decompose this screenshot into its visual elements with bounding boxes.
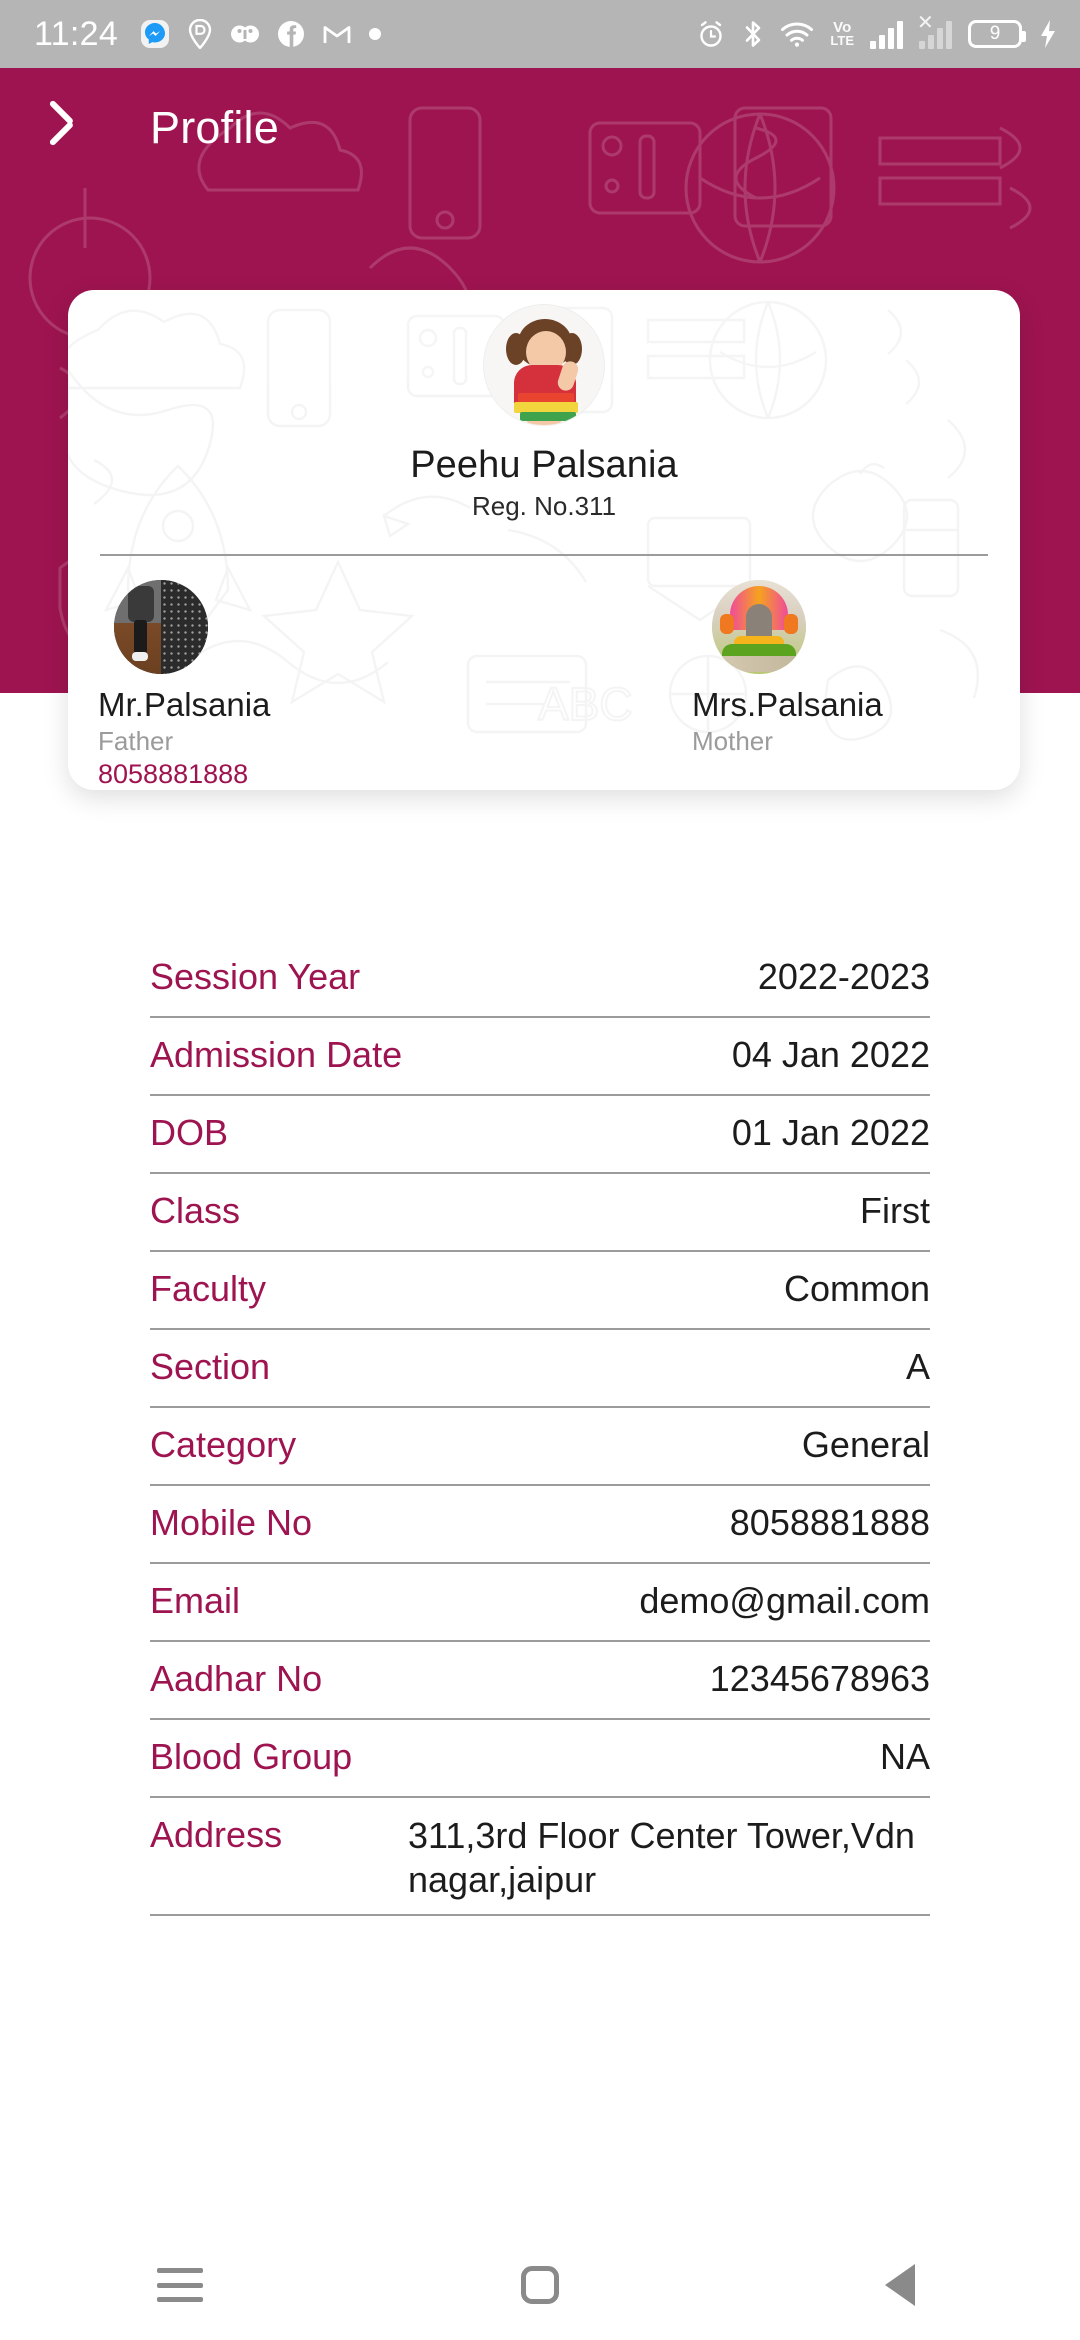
facebook-icon (278, 21, 305, 47)
battery-level: 9 (989, 23, 1001, 44)
status-bar-system-icons: Vo LTE ✕ 9 (696, 13, 1058, 49)
status-bar-clock: 11:24 (34, 15, 119, 53)
detail-value: demo@gmail.com (639, 1580, 930, 1621)
detail-row-address: Address 311,3rd Floor Center Tower,Vdn n… (150, 1798, 930, 1916)
detail-row-class: Class First (150, 1174, 930, 1252)
detail-label: Class (150, 1190, 241, 1231)
father-avatar (114, 580, 208, 674)
location-pin-icon (188, 19, 212, 49)
battery-icon: 9 (968, 20, 1026, 48)
detail-label: Faculty (150, 1268, 267, 1309)
gmail-icon (323, 26, 351, 43)
back-triangle-icon (885, 2264, 915, 2306)
signal-off-icon: ✕ (917, 13, 952, 49)
detail-value: 2022-2023 (757, 956, 930, 997)
mother-photo (712, 580, 806, 674)
detail-row-email: Email demo@gmail.com (150, 1564, 930, 1642)
detail-label: Address (150, 1814, 283, 1855)
nav-recents-button[interactable] (120, 2230, 240, 2340)
close-icon: ✕ (917, 12, 934, 34)
detail-row-mobile-no: Mobile No 8058881888 (150, 1486, 930, 1564)
mask-icon (231, 25, 260, 43)
header-bar: Profile (0, 68, 1080, 188)
bluetooth-icon (746, 21, 761, 47)
father-photo (114, 580, 208, 674)
mother-relation: Mother (692, 726, 773, 756)
home-icon (521, 2266, 559, 2304)
charging-bolt-icon (1041, 20, 1055, 48)
father-relation: Father (98, 726, 174, 756)
page-title: Profile (150, 102, 279, 153)
recents-icon (157, 2268, 203, 2302)
detail-label: Category (150, 1424, 297, 1465)
android-navigation-bar (0, 2230, 1080, 2340)
detail-value: General (801, 1424, 930, 1465)
signal-bars-icon (870, 19, 903, 49)
status-bar-notification-icons (140, 19, 382, 49)
detail-label: Section (150, 1346, 271, 1387)
student-avatar (483, 304, 605, 426)
detail-row-section: Section A (150, 1330, 930, 1408)
profile-card-content: Peehu Palsania Reg. No.311 Mr.Palsania F… (68, 290, 1020, 790)
detail-label: Mobile No (150, 1502, 313, 1543)
card-divider (100, 554, 988, 556)
detail-row-dob: DOB 01 Jan 2022 (150, 1096, 930, 1174)
detail-value: A (905, 1346, 930, 1387)
detail-value: NA (879, 1736, 930, 1777)
volte-icon: Vo LTE (830, 19, 854, 48)
student-registration-number: Reg. No.311 (471, 491, 617, 521)
detail-row-category: Category General (150, 1408, 930, 1486)
student-name: Peehu Palsania (410, 444, 678, 486)
detail-value: 04 Jan 2022 (731, 1034, 930, 1075)
detail-value: 8058881888 (729, 1502, 930, 1543)
detail-label: Aadhar No (150, 1658, 323, 1699)
student-details-list: Session Year 2022-2023 Admission Date 04… (150, 940, 930, 1916)
detail-row-faculty: Faculty Common (150, 1252, 930, 1330)
parent-father[interactable]: Mr.Palsania Father 8058881888 (98, 580, 428, 790)
alarm-icon (700, 21, 723, 47)
detail-label: DOB (150, 1112, 229, 1153)
detail-value: Common (783, 1268, 930, 1309)
detail-value: 12345678963 (709, 1658, 930, 1699)
detail-value: 01 Jan 2022 (731, 1112, 930, 1153)
student-photo (484, 305, 604, 425)
detail-row-aadhar-no: Aadhar No 12345678963 (150, 1642, 930, 1720)
mother-avatar (712, 580, 806, 674)
detail-value: First (860, 1190, 930, 1231)
parent-mother[interactable]: Mrs.Palsania Mother (660, 580, 990, 790)
profile-card: ABC Peehu Palsania Reg. No.311 Mr.Palsan… (68, 290, 1020, 790)
status-bar: 11:24 Vo LTE ✕ 9 (0, 0, 1080, 68)
father-phone[interactable]: 8058881888 (98, 759, 248, 790)
detail-row-session-year: Session Year 2022-2023 (150, 940, 930, 1018)
back-arrow-icon[interactable] (58, 105, 104, 151)
detail-label: Admission Date (150, 1034, 403, 1075)
parents-section: Mr.Palsania Father 8058881888 Mrs.Palsan… (68, 580, 1020, 790)
detail-row-admission-date: Admission Date 04 Jan 2022 (150, 1018, 930, 1096)
wifi-icon (781, 22, 814, 47)
mother-name: Mrs.Palsania (692, 686, 883, 723)
detail-label: Session Year (150, 956, 361, 997)
nav-back-button[interactable] (840, 2230, 960, 2340)
nav-home-button[interactable] (480, 2230, 600, 2340)
student-identity: Peehu Palsania Reg. No.311 (68, 304, 1020, 522)
detail-value: 311,3rd Floor Center Tower,Vdn nagar,jai… (408, 1815, 915, 1900)
father-name: Mr.Palsania (98, 686, 271, 723)
detail-row-blood-group: Blood Group NA (150, 1720, 930, 1798)
detail-label: Email (150, 1580, 241, 1621)
dot-indicator (369, 28, 382, 40)
messenger-icon (141, 20, 170, 48)
detail-label: Blood Group (150, 1736, 353, 1777)
